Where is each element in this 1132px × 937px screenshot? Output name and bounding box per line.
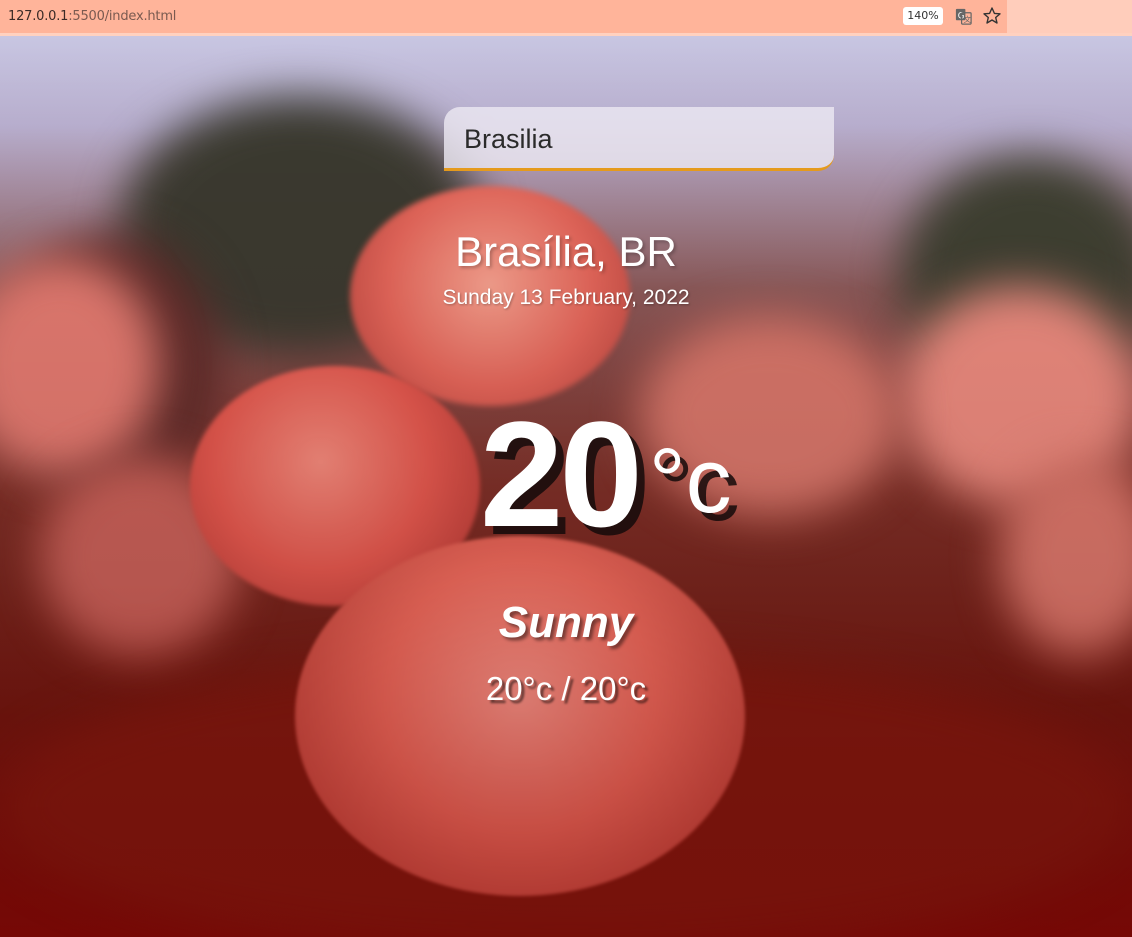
current-date: Sunday 13 February, 2022 bbox=[442, 286, 690, 309]
temperature-unit: °c bbox=[648, 430, 732, 532]
current-temperature: 20 °c bbox=[480, 388, 732, 561]
high-low-temperature: 20°c / 20°c bbox=[485, 670, 647, 707]
location-name: Brasília, BR bbox=[455, 228, 677, 275]
temperature-value: 20 bbox=[480, 390, 643, 558]
weather-panel: Brasília, BR Sunday 13 February, 2022 20… bbox=[0, 0, 1132, 937]
weather-condition: Sunny bbox=[498, 598, 634, 647]
